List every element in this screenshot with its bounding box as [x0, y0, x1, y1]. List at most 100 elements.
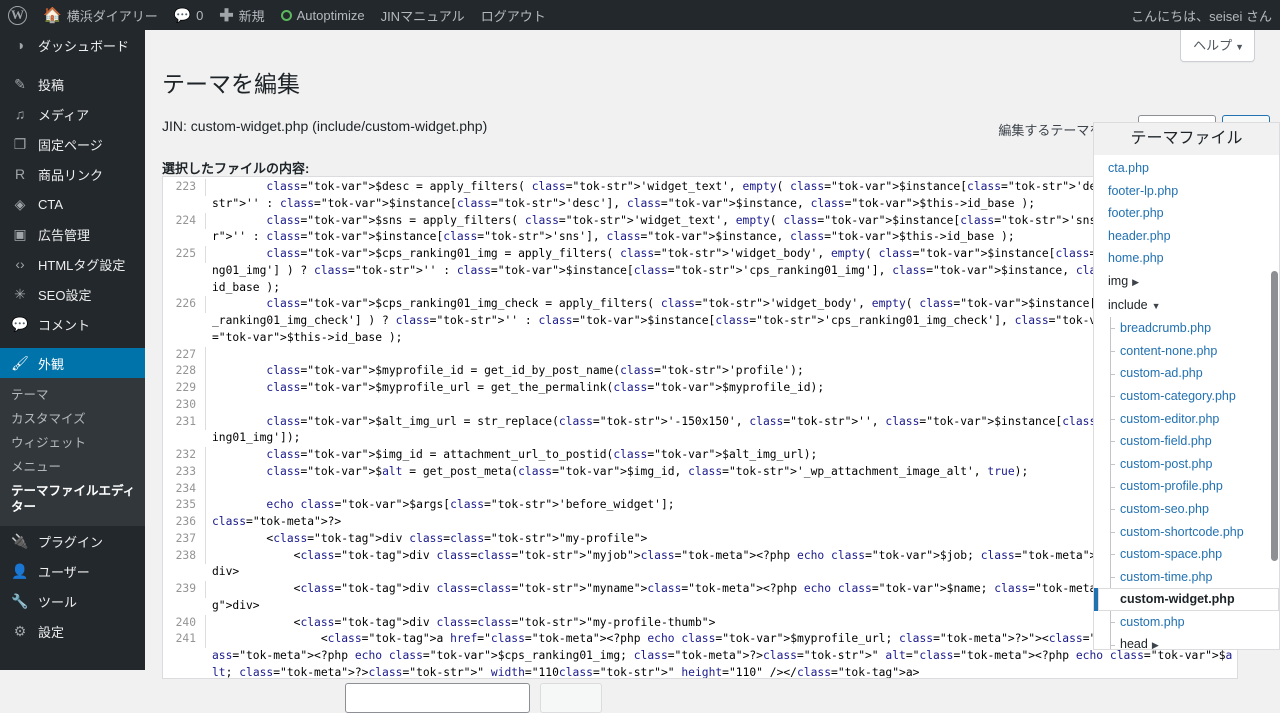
line-number: 238 [163, 547, 206, 565]
page-title: テーマを編集 [162, 71, 300, 97]
sidebar-item-label: メディア [38, 107, 90, 123]
file-tree-item[interactable]: custom-field.php [1094, 430, 1279, 453]
my-account-menu[interactable]: こんにちは、seisei さん [1123, 0, 1280, 30]
code-line-text: <class="tok-tag">div class=class="tok-st… [212, 615, 716, 629]
file-tree-label: header.php [1108, 228, 1171, 243]
file-tree-item[interactable]: custom-ad.php [1094, 362, 1279, 385]
wordpress-logo-icon: W [8, 5, 27, 25]
file-tree-item[interactable]: custom-editor.php [1094, 407, 1279, 431]
sidebar-item-label: CTA [38, 196, 64, 212]
home-icon: 🏠 [43, 6, 62, 24]
gear-icon: ✳ [14, 286, 26, 302]
users-icon: 👤 [11, 563, 29, 579]
code-line: 232 class="tok-var">$img_id = attachment… [163, 447, 1237, 464]
file-list-scrollbar-thumb[interactable] [1271, 271, 1278, 561]
file-tree-item-selected[interactable]: custom-widget.php [1094, 588, 1279, 611]
line-number: 234 [163, 480, 206, 498]
sidebar-item-settings[interactable]: ⚙ 設定 [0, 616, 145, 646]
sidebar-item-plugins[interactable]: 🔌 プラグイン [0, 526, 145, 556]
sidebar-item-label: 設定 [38, 624, 65, 640]
sidebar-item-label: SEO設定 [38, 287, 92, 303]
code-line-text: <class="tok-tag">div class=class="tok-st… [212, 582, 1226, 612]
file-tree-label: custom-post.php [1120, 456, 1213, 471]
file-tree-label: custom-seo.php [1120, 501, 1209, 516]
sidebar-item-tools[interactable]: 🔧 ツール [0, 586, 145, 616]
file-tree-item[interactable]: custom-seo.php [1094, 497, 1279, 521]
sidebar-item-cta[interactable]: ◈ CTA [0, 189, 145, 219]
file-tree-item[interactable]: custom-space.php [1094, 543, 1279, 566]
comments-bubble[interactable]: 💬 0 [166, 0, 212, 30]
file-tree-item[interactable]: custom-post.php [1094, 452, 1279, 476]
jin-manual-link[interactable]: JINマニュアル [373, 0, 473, 30]
file-tree-item[interactable]: footer.php [1094, 202, 1279, 225]
sidebar-item-html-tags[interactable]: ‹› HTMLタグ設定 [0, 249, 145, 279]
new-content-menu[interactable]: ✚ 新規 [211, 0, 272, 30]
sidebar-separator [0, 60, 145, 69]
line-number: 228 [163, 363, 206, 380]
sidebar-item-label: 広告管理 [38, 227, 91, 243]
sidebar-subitem-widgets[interactable]: ウィジェット [0, 431, 145, 455]
sidebar-subitem-theme-file-editor[interactable]: テーマファイルエディター [0, 479, 145, 519]
file-tree-item[interactable]: custom.php [1094, 610, 1279, 634]
file-tree-item[interactable]: custom-shortcode.php [1094, 520, 1279, 544]
sidebar-subitem-themes[interactable]: テーマ [0, 383, 145, 407]
sidebar-item-appearance[interactable]: 🖌 外観 [0, 348, 153, 378]
file-tree-folder[interactable]: include ▼ [1094, 294, 1279, 318]
theme-file-panel-title: テーマファイル [1094, 123, 1279, 155]
file-tree-item[interactable]: cta.php [1094, 157, 1279, 180]
documentation-lookup-input[interactable] [345, 683, 530, 713]
line-number: 239 [163, 581, 206, 598]
greeting-label: こんにちは、seisei さん [1131, 8, 1272, 24]
sidebar-item-dashboard[interactable]: ◑ ダッシュボード [0, 30, 145, 60]
appearance-submenu: テーマ カスタマイズ ウィジェット メニュー テーマファイルエディター [0, 378, 145, 526]
file-tree-item[interactable]: home.php [1094, 247, 1279, 270]
sidebar-item-label: ダッシュボード [38, 38, 130, 54]
new-content-label: 新規 [238, 8, 265, 24]
autoptimize-menu[interactable]: Autoptimize [273, 0, 373, 30]
file-tree-item[interactable]: breadcrumb.php [1094, 317, 1279, 340]
documentation-lookup-button[interactable] [540, 683, 602, 713]
file-tree-item[interactable]: content-none.php [1094, 339, 1279, 363]
file-tree-item[interactable]: custom-category.php [1094, 384, 1279, 408]
sidebar-item-seo[interactable]: ✳ SEO設定 [0, 279, 145, 309]
triangle-right-icon: ▶ [1151, 640, 1159, 650]
sidebar-subitem-menus[interactable]: メニュー [0, 455, 145, 479]
code-line: 239 <class="tok-tag">div class=class="to… [163, 581, 1237, 615]
file-tree-folder[interactable]: head ▶ [1094, 633, 1279, 650]
code-line: 231 class="tok-var">$alt_img_url = str_r… [163, 413, 1237, 448]
code-content[interactable]: 223 class="tok-var">$desc = apply_filter… [163, 177, 1237, 678]
code-line-text: class="tok-var">$myprofile_url = get_the… [266, 381, 825, 394]
code-line: 237 <class="tok-tag">div class=class="to… [163, 530, 1237, 548]
sidebar-item-posts[interactable]: ✎ 投稿 [0, 69, 145, 99]
file-tree-label: include [1108, 297, 1148, 312]
code-line-text: class="tok-var">$desc = apply_filters( c… [212, 180, 1232, 210]
file-tree-item[interactable]: custom-profile.php [1094, 475, 1279, 498]
sidebar-item-product-link[interactable]: R 商品リンク [0, 159, 145, 189]
ads-icon: ▣ [13, 226, 27, 242]
appearance-icon: 🖌 [11, 355, 29, 371]
code-line: 226 class="tok-var">$cps_ranking01_img_c… [163, 296, 1237, 346]
code-editor[interactable]: 223 class="tok-var">$desc = apply_filter… [162, 176, 1238, 679]
file-tree-item[interactable]: footer-lp.php [1094, 180, 1279, 203]
file-tree-item[interactable]: custom-time.php [1094, 565, 1279, 589]
help-label: ヘルプ [1193, 38, 1233, 53]
file-tree-label: custom-ad.php [1120, 366, 1203, 381]
sidebar-item-ads[interactable]: ▣ 広告管理 [0, 219, 145, 249]
sidebar-item-media[interactable]: ♫ メディア [0, 99, 145, 129]
help-toggle-button[interactable]: ヘルプ ▼ [1180, 30, 1255, 62]
sidebar-subitem-customize[interactable]: カスタマイズ [0, 407, 145, 431]
sidebar-item-comments[interactable]: 💬 コメント [0, 309, 145, 339]
code-line: 236 class="tok-meta">?> [163, 514, 1237, 531]
file-tree-label: footer.php [1108, 206, 1164, 221]
file-tree-item[interactable]: header.php [1094, 225, 1279, 248]
file-tree-label: head [1120, 637, 1148, 650]
wp-logo-menu[interactable]: W [0, 0, 35, 30]
sidebar-item-users[interactable]: 👤 ユーザー [0, 556, 145, 586]
site-name-menu[interactable]: 🏠 横浜ダイアリー [35, 0, 166, 30]
sidebar-separator-2 [0, 339, 145, 348]
file-tree-folder[interactable]: img ▶ [1094, 270, 1279, 294]
sidebar-item-pages[interactable]: ❐ 固定ページ [0, 129, 145, 159]
logout-link[interactable]: ログアウト [473, 0, 554, 30]
